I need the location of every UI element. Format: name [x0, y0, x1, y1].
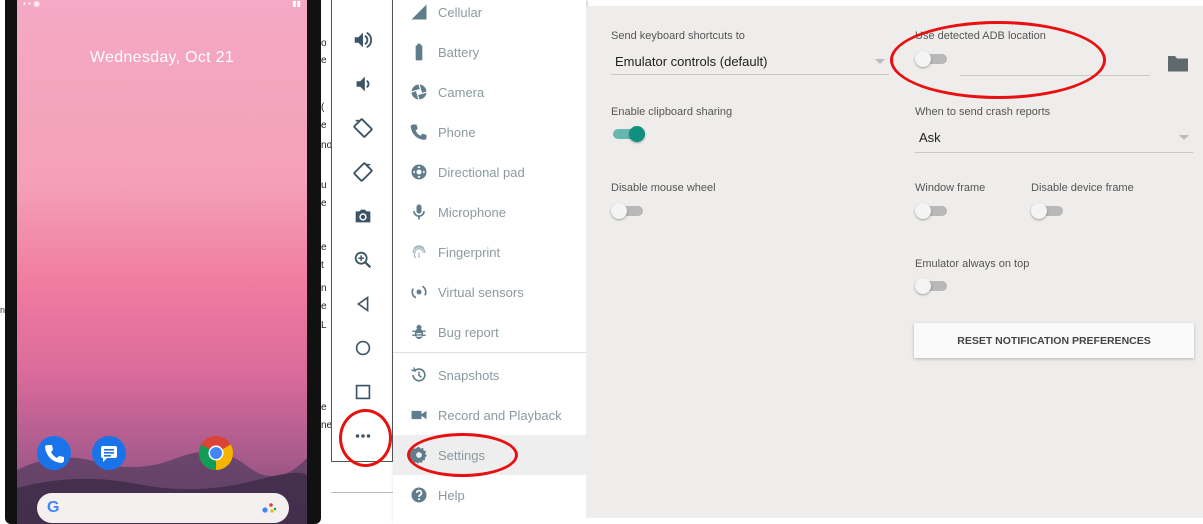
app-dock — [17, 435, 307, 475]
video-camera-icon — [411, 410, 427, 420]
menu-item-phone[interactable]: Phone — [393, 112, 586, 152]
menu-item-camera[interactable]: Camera — [393, 72, 586, 112]
volume-up-icon — [354, 31, 373, 49]
rotate-left-icon — [353, 118, 373, 138]
menu-item-directional-pad[interactable]: Directional pad — [393, 152, 586, 192]
menu-item-fingerprint[interactable]: Fingerprint — [393, 232, 586, 272]
menu-item-label: Microphone — [438, 204, 506, 220]
microphone-icon — [413, 204, 425, 220]
menu-item-label: Phone — [438, 124, 476, 140]
status-time-icon: ▪ ▪ ◉ — [23, 0, 41, 8]
phone-app-icon[interactable] — [36, 435, 72, 471]
device-frame-label: Disable device frame — [1031, 182, 1134, 194]
cellular-icon — [411, 4, 427, 20]
menu-item-battery[interactable]: Battery — [393, 32, 586, 72]
back-button[interactable] — [347, 288, 379, 320]
mouse-wheel-label: Disable mouse wheel — [611, 182, 716, 194]
emulator-window: ▪ ▪ ◉ ▮▮ Wednesday, Oct 21 G n o e (e n… — [0, 0, 1203, 524]
menu-item-label: Help — [438, 487, 465, 503]
crash-reports-select[interactable]: Ask — [919, 130, 941, 145]
menu-item-label: Battery — [438, 44, 480, 60]
menu-item-virtual-sensors[interactable]: Virtual sensors — [393, 272, 586, 312]
status-bar: ▪ ▪ ◉ ▮▮ — [17, 0, 307, 10]
clipboard-toggle[interactable] — [611, 124, 645, 144]
folder-icon[interactable] — [1167, 54, 1189, 72]
phone-icon — [410, 124, 427, 140]
volume-down-icon — [356, 76, 370, 92]
menu-divider — [393, 352, 586, 353]
battery-icon — [415, 43, 423, 61]
volume-up-button[interactable] — [347, 24, 379, 56]
reset-notification-preferences-button[interactable]: RESET NOTIFICATION PREFERENCES — [914, 323, 1194, 358]
always-on-top-toggle[interactable] — [915, 276, 949, 296]
camera-icon — [355, 209, 371, 223]
window-frame-toggle[interactable] — [915, 201, 949, 221]
device-frame: ▪ ▪ ◉ ▮▮ Wednesday, Oct 21 G — [5, 0, 321, 524]
dpad-icon — [411, 164, 427, 180]
zoom-button[interactable] — [347, 244, 379, 276]
always-on-top-label: Emulator always on top — [915, 258, 1030, 270]
overview-button[interactable] — [347, 376, 379, 408]
back-triangle-icon — [356, 295, 369, 313]
camera-aperture-icon — [411, 84, 427, 100]
window-frame-label: Window frame — [915, 182, 986, 194]
overview-square-icon — [355, 384, 371, 400]
menu-item-label: Fingerprint — [438, 244, 501, 260]
menu-item-label: Directional pad — [438, 164, 525, 180]
home-circle-icon — [355, 340, 371, 356]
screenshot-button[interactable] — [347, 200, 379, 232]
rotate-left-button[interactable] — [347, 112, 379, 144]
lockscreen-date: Wednesday, Oct 21 — [89, 49, 235, 66]
rotate-right-icon — [353, 162, 373, 182]
device-screen[interactable]: ▪ ▪ ◉ ▮▮ Wednesday, Oct 21 G — [17, 0, 307, 524]
chrome-app-icon[interactable] — [198, 435, 234, 471]
menu-item-label: Record and Playback — [438, 407, 562, 423]
menu-item-label: Cellular — [438, 4, 483, 20]
menu-item-label: Bug report — [438, 324, 499, 340]
emulator-toolbar — [331, 0, 393, 462]
bug-icon — [412, 324, 426, 340]
chevron-down-icon[interactable] — [875, 59, 885, 64]
volume-down-button[interactable] — [347, 68, 379, 100]
keyboard-shortcuts-underline — [611, 74, 889, 75]
device-frame-toggle[interactable] — [1031, 201, 1065, 221]
status-battery-icon: ▮▮ — [292, 0, 301, 8]
google-search-bar[interactable]: G — [37, 493, 289, 523]
menu-item-record-and-playback[interactable]: Record and Playback — [393, 395, 586, 435]
annotation-circle-adb — [890, 21, 1106, 99]
window-bottom-edge — [586, 518, 1203, 524]
zoom-in-icon — [354, 251, 372, 269]
virtual-sensors-icon — [411, 285, 427, 299]
menu-item-cellular[interactable]: Cellular — [393, 0, 586, 32]
keyboard-shortcuts-label: Send keyboard shortcuts to — [611, 30, 745, 42]
menu-item-help[interactable]: Help — [393, 475, 586, 515]
menu-item-label: Snapshots — [438, 367, 500, 383]
crash-reports-label: When to send crash reports — [915, 106, 1051, 118]
menu-item-microphone[interactable]: Microphone — [393, 192, 586, 232]
settings-panel: Send keyboard shortcuts to Emulator cont… — [586, 6, 1203, 520]
home-button[interactable] — [347, 332, 379, 364]
clipboard-label: Enable clipboard sharing — [611, 106, 733, 118]
background-window-fragment: n — [0, 305, 6, 315]
mouse-wheel-toggle[interactable] — [611, 201, 645, 221]
toolbar-footer — [321, 462, 393, 524]
menu-item-snapshots[interactable]: Snapshots — [393, 355, 586, 395]
crash-reports-underline — [915, 152, 1193, 153]
snapshots-icon — [411, 367, 426, 382]
google-logo: G — [47, 499, 60, 516]
annotation-circle-more — [339, 409, 392, 467]
keyboard-shortcuts-select[interactable]: Emulator controls (default) — [615, 54, 767, 69]
menu-item-label: Camera — [438, 84, 485, 100]
fingerprint-icon — [412, 245, 426, 259]
menu-item-label: Virtual sensors — [438, 284, 524, 300]
messages-app-icon[interactable] — [91, 435, 127, 471]
menu-item-bug-report[interactable]: Bug report — [393, 312, 586, 352]
rotate-right-button[interactable] — [347, 156, 379, 188]
chevron-down-icon[interactable] — [1179, 135, 1189, 140]
help-icon — [411, 487, 427, 503]
assistant-icon[interactable] — [261, 501, 277, 515]
annotation-circle-settings — [407, 433, 518, 477]
